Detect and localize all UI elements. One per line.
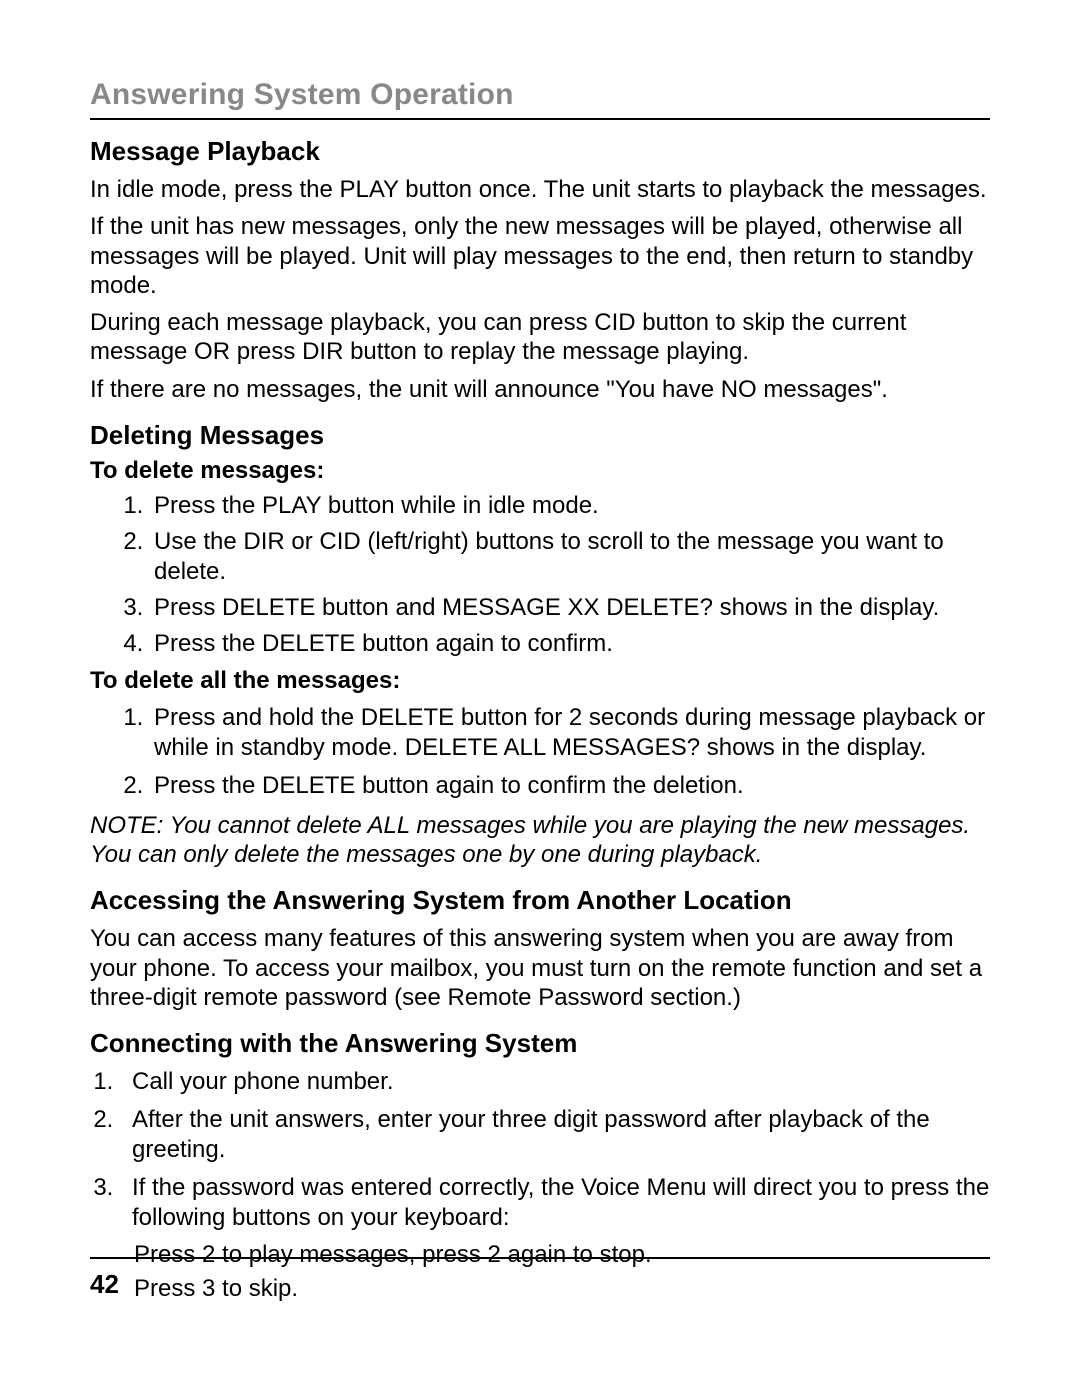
body-paragraph: If the unit has new messages, only the n… <box>90 212 990 300</box>
list-item: Press the DELETE button again to confirm… <box>150 771 990 801</box>
list-item: Call your phone number. <box>120 1067 990 1097</box>
note-paragraph: NOTE: You cannot delete ALL messages whi… <box>90 811 990 870</box>
subheading-delete-messages: To delete messages: <box>90 457 990 485</box>
page-footer: 42 <box>90 1257 990 1300</box>
body-paragraph: In idle mode, press the PLAY button once… <box>90 175 990 204</box>
manual-page: Answering System Operation Message Playb… <box>0 0 1080 1303</box>
page-number: 42 <box>90 1269 990 1300</box>
list-item: After the unit answers, enter your three… <box>120 1105 990 1165</box>
list-item: Press the DELETE button again to confirm… <box>150 629 990 659</box>
ordered-list-delete-all: Press and hold the DELETE button for 2 s… <box>90 703 990 801</box>
section-title-message-playback: Message Playback <box>90 136 990 167</box>
chapter-divider <box>90 118 990 120</box>
chapter-title: Answering System Operation <box>90 78 990 112</box>
section-title-connecting: Connecting with the Answering System <box>90 1028 990 1059</box>
section-title-deleting-messages: Deleting Messages <box>90 420 990 451</box>
list-item: If the password was entered correctly, t… <box>120 1173 990 1233</box>
list-item: Use the DIR or CID (left/right) buttons … <box>150 527 990 587</box>
subheading-delete-all: To delete all the messages: <box>90 667 990 695</box>
list-item: Press DELETE button and MESSAGE XX DELET… <box>150 593 990 623</box>
list-item: Press the PLAY button while in idle mode… <box>150 491 990 521</box>
list-item: Press and hold the DELETE button for 2 s… <box>150 703 990 763</box>
body-paragraph: If there are no messages, the unit will … <box>90 375 990 404</box>
body-paragraph: You can access many features of this ans… <box>90 924 990 1012</box>
ordered-list-connecting: Call your phone number. After the unit a… <box>90 1067 990 1233</box>
footer-divider <box>90 1257 990 1259</box>
ordered-list-delete: Press the PLAY button while in idle mode… <box>90 491 990 659</box>
body-paragraph: During each message playback, you can pr… <box>90 308 990 367</box>
section-title-remote-access: Accessing the Answering System from Anot… <box>90 885 990 916</box>
